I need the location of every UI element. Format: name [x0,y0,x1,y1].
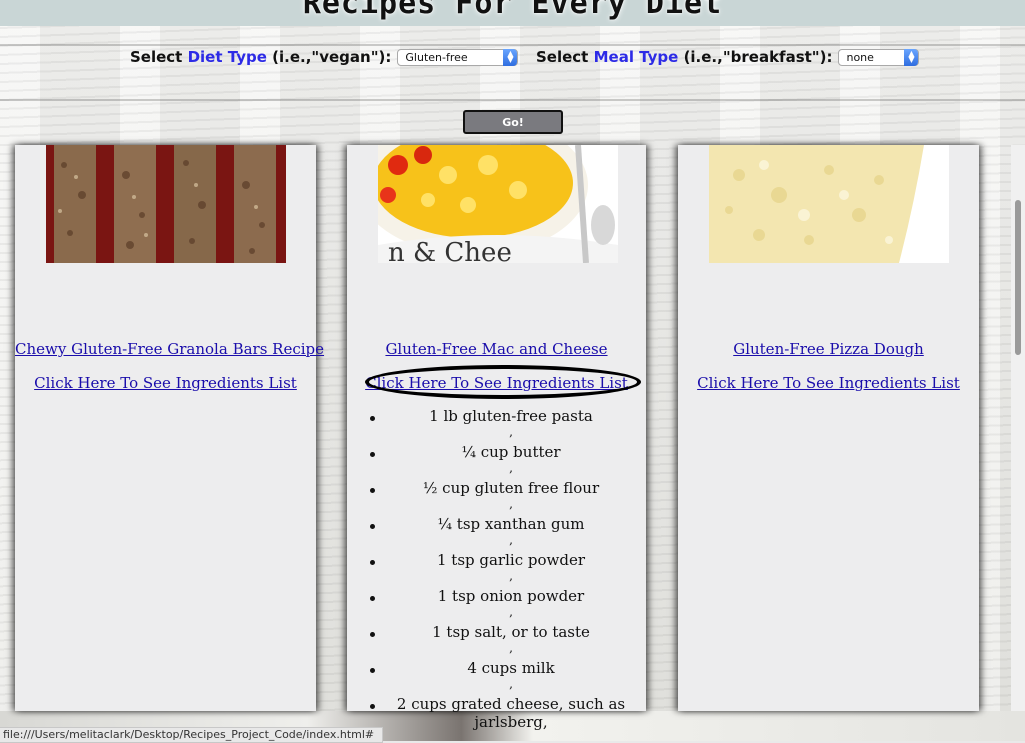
meal-select-value: none [846,50,874,64]
meal-filter: Select Meal Type (i.e.,"breakfast"): non… [536,48,920,66]
recipe-card-mac-and-cheese: n & Chee Gluten-Free Mac and Cheese Clic… [347,145,646,731]
ingredient-text: ¼ cup butter [461,443,561,461]
ingredient-text: 1 tsp onion powder [437,587,585,605]
ingredient-text: ½ cup gluten free flour [422,479,600,497]
plank-divider [0,44,1025,46]
recipe-image-granola[interactable] [46,145,286,263]
ingredients-link[interactable]: Click Here To See Ingredients List [678,374,979,392]
meal-label-accent: Meal Type [593,48,679,66]
ingredient-separator: , [509,461,513,475]
ingredient-text: ¼ tsp xanthan gum [437,515,585,533]
recipe-title-link[interactable]: Chewy Gluten-Free Granola Bars Recipe [15,340,324,358]
bullet-icon [370,668,375,673]
vertical-scrollbar[interactable] [1011,145,1025,711]
ingredient-item: 1 lb gluten-free pasta , [347,407,645,443]
select-stepper-icon: ▲ ▼ [904,48,919,66]
recipe-title-link[interactable]: Gluten-Free Mac and Cheese [347,340,646,358]
ingredient-item: 1 tsp onion powder , [347,587,645,623]
recipe-card-granola: Chewy Gluten-Free Granola Bars Recipe Cl… [15,145,324,711]
ingredient-text: 1 tsp garlic powder [436,551,585,569]
ingredient-item: ¼ tsp xanthan gum , [347,515,645,551]
bullet-icon [370,488,375,493]
meal-label-hint: (i.e.,"breakfast"): [683,48,833,66]
diet-select-value: Gluten-free [405,50,468,64]
ingredient-item: 1 tsp salt, or to taste , [347,623,645,659]
ingredients-link[interactable]: Click Here To See Ingredients List [347,374,646,392]
ingredient-separator: , [509,533,513,547]
bullet-icon [370,632,375,637]
ingredients-link[interactable]: Click Here To See Ingredients List [15,374,316,392]
ingredient-separator: , [509,425,513,439]
ingredient-text: 4 cups milk [467,659,555,677]
ingredient-item: 4 cups milk , [347,659,645,695]
diet-type-select[interactable]: Gluten-free ▲ ▼ [397,48,519,66]
svg-text:n & Chee: n & Chee [388,238,512,263]
bullet-icon [370,704,375,709]
meal-label-prefix: Select [536,48,589,66]
meal-type-select[interactable]: none ▲ ▼ [838,48,920,66]
ingredient-item: ¼ cup butter , [347,443,645,479]
filter-bar: Select Diet Type (i.e.,"vegan"): Gluten-… [0,48,1025,72]
diet-label-accent: Diet Type [187,48,267,66]
bullet-icon [370,416,375,421]
bullet-icon [370,524,375,529]
page-title: Recipes For Every Diet [302,0,723,21]
plank-divider [0,99,1025,101]
recipe-title-link[interactable]: Gluten-Free Pizza Dough [678,340,979,358]
ingredient-text: 1 tsp salt, or to taste [432,623,590,641]
ingredient-item: 1 tsp garlic powder , [347,551,645,587]
bullet-icon [370,596,375,601]
ingredient-separator: , [509,641,513,655]
recipe-image-mac-and-cheese[interactable]: n & Chee [378,145,618,263]
recipe-card-pizza-dough: Gluten-Free Pizza Dough Click Here To Se… [678,145,979,711]
ingredient-text: 1 lb gluten-free pasta [429,407,593,425]
select-stepper-icon: ▲ ▼ [503,48,518,66]
ingredient-separator: , [509,605,513,619]
diet-label-hint: (i.e.,"vegan"): [272,48,392,66]
diet-filter: Select Diet Type (i.e.,"vegan"): Gluten-… [130,48,519,66]
recipe-image-pizza-dough[interactable] [709,145,949,263]
ingredient-item: 2 cups grated cheese, such as jarlsberg, [347,695,645,731]
ingredient-separator: , [509,569,513,583]
bullet-icon [370,452,375,457]
diet-label-prefix: Select [130,48,183,66]
scrollbar-thumb[interactable] [1015,200,1021,355]
ingredient-item: ½ cup gluten free flour , [347,479,645,515]
ingredient-separator: , [509,677,513,691]
go-button[interactable]: Go! [463,110,563,134]
bullet-icon [370,560,375,565]
ingredient-separator: , [509,497,513,511]
ingredient-text: 2 cups grated cheese, such as jarlsberg, [396,695,626,731]
ingredients-list: 1 lb gluten-free pasta , ¼ cup butter , … [347,407,645,731]
